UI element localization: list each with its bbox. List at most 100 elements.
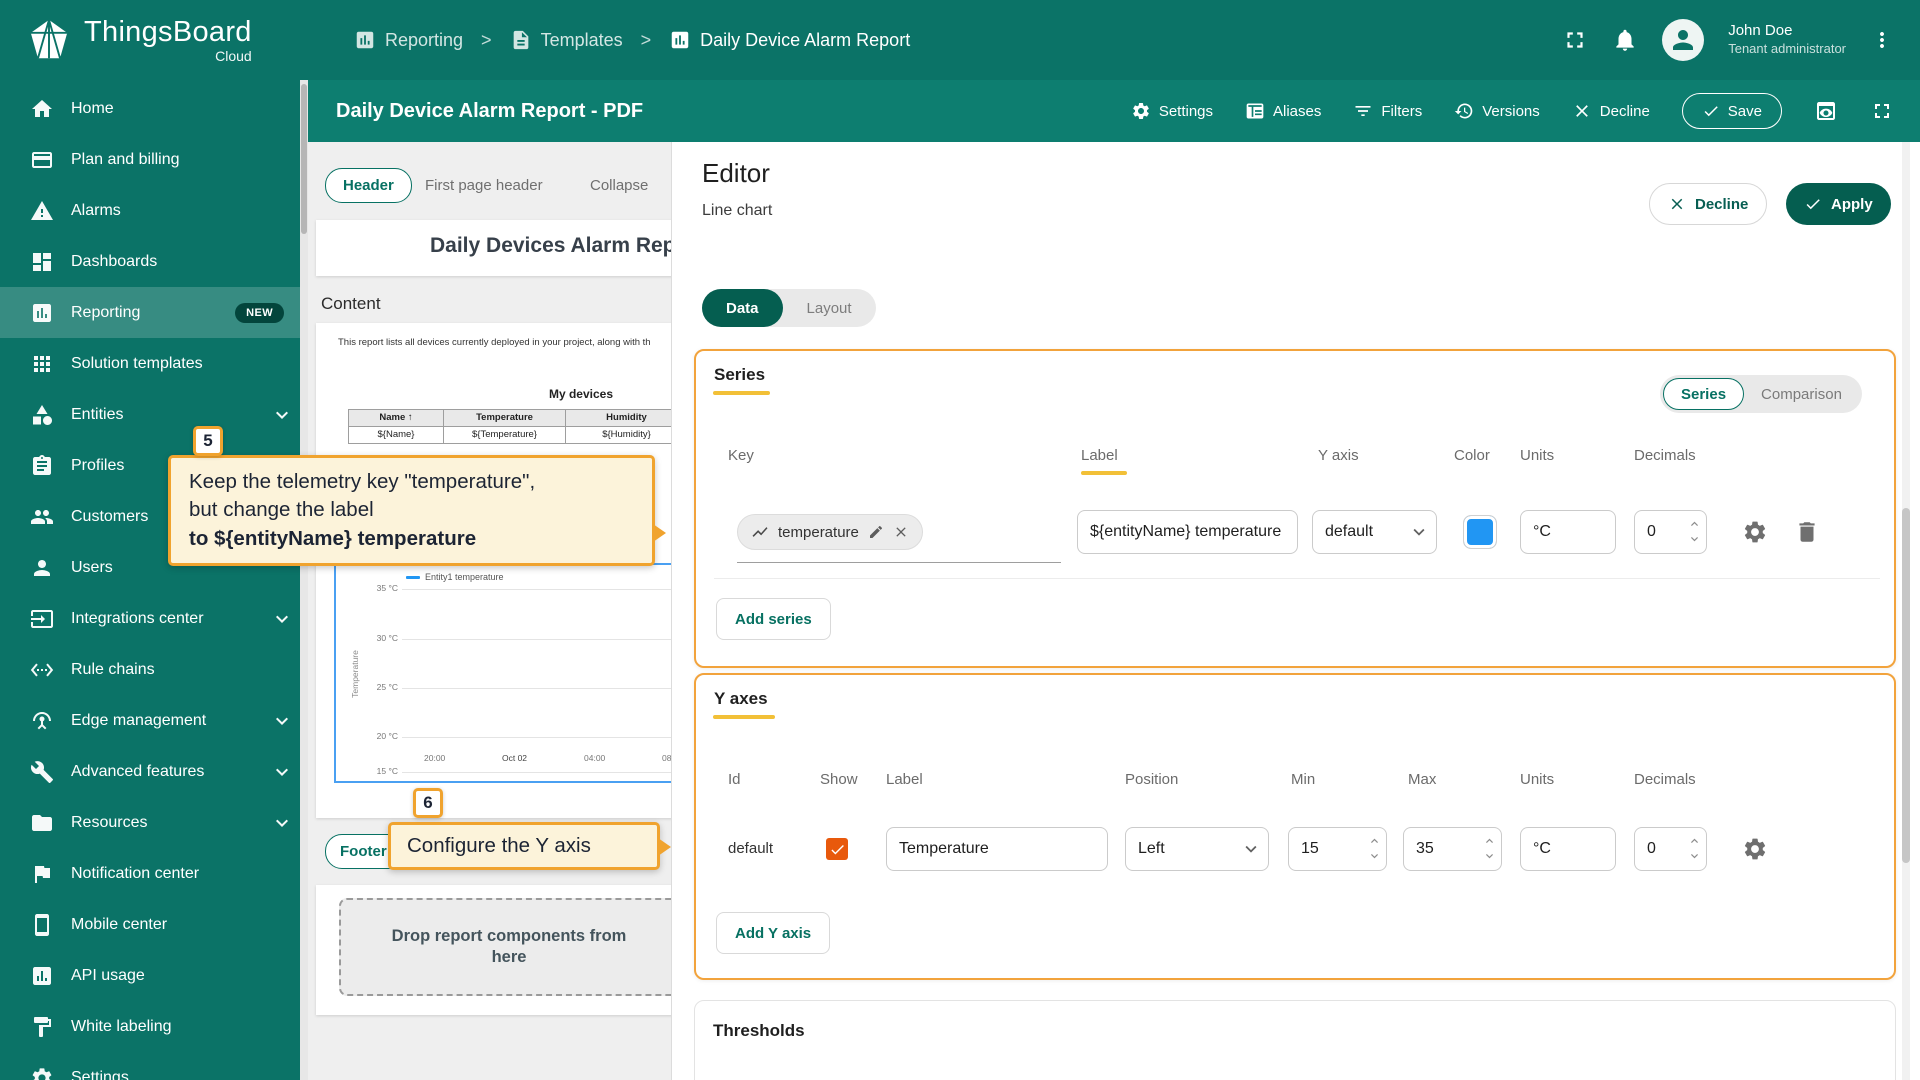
user-info: John Doe Tenant administrator — [1728, 22, 1846, 58]
report-header-block[interactable]: Daily Devices Alarm Report — [316, 220, 672, 276]
tab-header-chip[interactable]: Header — [325, 168, 412, 203]
x-tick: Oct 02 — [502, 753, 527, 763]
report-content-block[interactable]: This report lists all devices currently … — [316, 323, 672, 818]
tab-first-page-header[interactable]: First page header — [425, 177, 543, 194]
tab-layout[interactable]: Layout — [783, 289, 876, 327]
sidebar-item-entities[interactable]: Entities — [0, 389, 308, 440]
table-header-humidity[interactable]: Humidity — [566, 410, 672, 427]
sidebar-scrollbar-thumb[interactable] — [301, 84, 307, 234]
stepper-down-icon[interactable] — [1367, 849, 1382, 863]
stepper-down-icon[interactable] — [1482, 849, 1497, 863]
aliases-table-icon — [1245, 101, 1265, 121]
sidebar-item-home[interactable]: Home — [0, 83, 308, 134]
report-preview-title: Daily Devices Alarm Report — [430, 234, 672, 258]
y-axis-select[interactable]: default — [1312, 510, 1437, 554]
series-key-chip[interactable]: temperature — [737, 514, 923, 550]
label-highlight-underline — [1081, 471, 1127, 475]
stepper-up-icon[interactable] — [1482, 834, 1497, 848]
chevron-down-icon — [270, 607, 294, 631]
series-units-input[interactable] — [1520, 510, 1616, 554]
series-settings-gear-icon[interactable] — [1742, 519, 1768, 545]
delete-series-trash-icon[interactable] — [1794, 519, 1820, 545]
breadcrumb-item-reporting[interactable]: Reporting — [354, 29, 463, 51]
remove-key-icon[interactable] — [893, 524, 909, 540]
row-divider — [714, 578, 1880, 579]
stepper-down-icon[interactable] — [1687, 532, 1702, 546]
axis-units-input[interactable] — [1520, 827, 1616, 871]
history-icon — [1454, 101, 1474, 121]
brand[interactable]: ThingsBoard Cloud — [0, 17, 290, 64]
apply-button[interactable]: Apply — [1786, 183, 1891, 225]
series-heading: Series — [714, 365, 765, 385]
save-button[interactable]: Save — [1682, 93, 1782, 129]
stepper-up-icon[interactable] — [1687, 517, 1702, 531]
table-header-temperature[interactable]: Temperature — [444, 410, 566, 427]
kebab-menu-icon[interactable] — [1870, 28, 1894, 52]
add-series-button[interactable]: Add series — [716, 598, 831, 640]
pdf-preview-icon[interactable] — [1814, 99, 1838, 123]
sidebar-item-advanced-features[interactable]: Advanced features — [0, 746, 308, 797]
avatar[interactable] — [1662, 19, 1704, 61]
breadcrumb-item-templates[interactable]: Templates — [510, 29, 623, 51]
toggle-comparison[interactable]: Comparison — [1744, 378, 1859, 410]
decline-toolbar-button[interactable]: Decline — [1572, 101, 1650, 121]
series-mode-toggle: Series Comparison — [1660, 375, 1862, 413]
series-color-swatch[interactable] — [1463, 515, 1497, 549]
sidebar-item-plan-and-billing[interactable]: Plan and billing — [0, 134, 308, 185]
fullscreen-icon[interactable] — [1562, 27, 1588, 53]
entities-icon — [30, 403, 54, 427]
axis-label-input[interactable] — [886, 827, 1108, 871]
chevron-down-icon — [1408, 521, 1430, 543]
series-label-input[interactable] — [1077, 510, 1298, 554]
column-decimals: Decimals — [1634, 447, 1696, 464]
column-min: Min — [1291, 771, 1315, 788]
axis-show-checkbox[interactable] — [826, 838, 848, 860]
report-footer-block[interactable]: Drop report components from here — [316, 885, 672, 1015]
breadcrumb-separator: > — [641, 30, 652, 51]
decline-button[interactable]: Decline — [1649, 183, 1767, 225]
axis-position-select[interactable]: Left — [1125, 827, 1269, 871]
home-icon — [30, 97, 54, 121]
notifications-bell-icon[interactable] — [1612, 27, 1638, 53]
sidebar-item-dashboards[interactable]: Dashboards — [0, 236, 308, 287]
sidebar-item-edge-management[interactable]: Edge management — [0, 695, 308, 746]
y-axes-highlight-underline — [713, 715, 775, 719]
sidebar-item-rule-chains[interactable]: Rule chains — [0, 644, 308, 695]
sidebar-item-settings[interactable]: Settings — [0, 1052, 308, 1080]
sidebar-item-mobile-center[interactable]: Mobile center — [0, 899, 308, 950]
solution-templates-icon — [30, 352, 54, 376]
stepper-up-icon[interactable] — [1367, 834, 1382, 848]
sidebar-item-resources[interactable]: Resources — [0, 797, 308, 848]
sidebar-item-white-labeling[interactable]: White labeling — [0, 1001, 308, 1052]
filters-button[interactable]: Filters — [1353, 101, 1422, 121]
tab-collapse[interactable]: Collapse — [590, 177, 648, 194]
y-axis-select-value: default — [1325, 523, 1373, 541]
stepper-up-icon[interactable] — [1687, 834, 1702, 848]
sidebar-item-label: Advanced features — [71, 763, 253, 781]
axis-settings-gear-icon[interactable] — [1742, 836, 1768, 862]
breadcrumb-item-current-report[interactable]: Daily Device Alarm Report — [669, 29, 910, 51]
sidebar-item-solution-templates[interactable]: Solution templates — [0, 338, 308, 389]
fullscreen-icon[interactable] — [1870, 99, 1894, 123]
sidebar-item-alarms[interactable]: Alarms — [0, 185, 308, 236]
edit-icon[interactable] — [868, 524, 884, 540]
table-header-name[interactable]: Name ↑ — [349, 410, 444, 427]
sidebar-item-notification-center[interactable]: Notification center — [0, 848, 308, 899]
toggle-series[interactable]: Series — [1663, 378, 1744, 410]
tab-data[interactable]: Data — [702, 289, 783, 327]
report-preview-panel: Header First page header Collapse Daily … — [308, 142, 672, 1080]
stepper-down-icon[interactable] — [1687, 849, 1702, 863]
advanced-features-icon — [30, 760, 54, 784]
editor-scrollbar-thumb[interactable] — [1902, 508, 1910, 863]
add-y-axis-button[interactable]: Add Y axis — [716, 912, 830, 954]
settings-button[interactable]: Settings — [1131, 101, 1213, 121]
sidebar-item-integrations-center[interactable]: Integrations center — [0, 593, 308, 644]
new-badge: NEW — [235, 303, 284, 323]
series-highlight-underline — [713, 391, 770, 395]
sidebar-item-reporting[interactable]: Reporting NEW — [0, 287, 308, 338]
dropzone[interactable]: Drop report components from here — [339, 898, 672, 996]
sidebar-item-api-usage[interactable]: API usage — [0, 950, 308, 1001]
aliases-button[interactable]: Aliases — [1245, 101, 1321, 121]
chart-preview-selected[interactable]: Entity1 temperature 35 °C 30 °C 25 °C 20… — [334, 563, 672, 783]
versions-button[interactable]: Versions — [1454, 101, 1540, 121]
